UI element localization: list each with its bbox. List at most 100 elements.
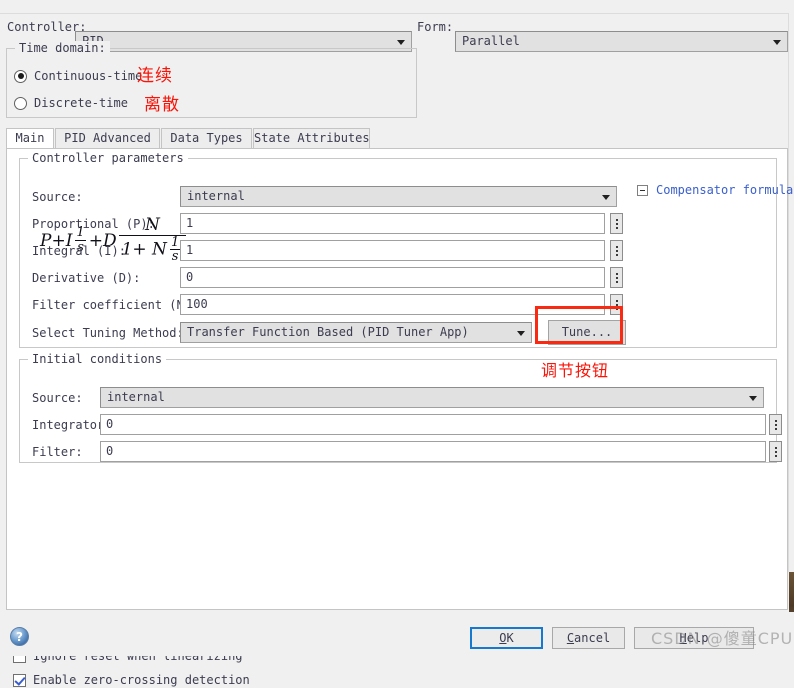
controller-row: Controller: PID Form: Parallel [0, 15, 794, 52]
radio-off-icon [14, 96, 27, 110]
checkbox-zero-crossing[interactable]: Enable zero-crossing detection [13, 672, 250, 688]
radio-continuous-time-label: Continuous-time [34, 69, 143, 83]
tab-main[interactable]: Main [6, 128, 54, 149]
dot-icon [774, 419, 777, 422]
filter-label: Filter: [32, 445, 83, 459]
source-label: Source: [32, 190, 83, 204]
chevron-down-icon [602, 194, 610, 200]
initial-source-value: internal [107, 390, 165, 404]
proportional-picker-button[interactable] [610, 213, 623, 234]
dot-icon [774, 446, 777, 449]
filter-coefficient-label: Filter coefficient (N): [32, 298, 199, 312]
formula-denominator-sa: s [75, 240, 86, 256]
dot-icon [774, 454, 777, 457]
formula-p: P [40, 230, 52, 251]
compensator-formula-header[interactable]: Compensator formula [637, 183, 793, 197]
formula-plus-1: + [51, 230, 66, 251]
filter-value: 0 [106, 444, 114, 458]
integrator-value: 0 [106, 417, 114, 431]
chevron-down-icon [773, 39, 781, 45]
filter-picker-button[interactable] [769, 441, 782, 462]
compensator-formula-block: Compensator formula [637, 183, 793, 197]
compensator-formula-math: P + I 1 s + D N 1+ N1s [40, 215, 188, 264]
controller-source-select[interactable]: internal [180, 186, 617, 207]
tuning-method-value: Transfer Function Based (PID Tuner App) [187, 325, 469, 339]
initial-source-select[interactable]: internal [100, 387, 764, 408]
integrator-picker-button[interactable] [769, 414, 782, 435]
radio-discrete-time[interactable]: Discrete-time [14, 94, 128, 112]
formula-one-over-s-a: 1 s [74, 226, 86, 254]
formula-numerator-n: N [144, 215, 160, 235]
controller-parameters-legend: Controller parameters [28, 151, 188, 165]
dot-icon [615, 226, 618, 229]
derivative-input[interactable]: 0 [180, 267, 605, 288]
controller-parameters-group: Controller parameters Source: internal P… [19, 151, 793, 348]
cancel-button-rest: ancel [574, 631, 611, 645]
top-clipped-strip [0, 0, 794, 14]
ok-button[interactable]: OK [470, 627, 543, 649]
tab-pid-advanced[interactable]: PID Advanced [55, 128, 160, 149]
dot-icon [615, 280, 618, 283]
csdn-watermark: CSDN @傻童CPU [651, 629, 794, 648]
form-select[interactable]: Parallel [455, 31, 788, 52]
formula-one-over-s-b: 1s [169, 236, 181, 264]
filter-input[interactable]: 0 [100, 441, 766, 462]
form-select-value: Parallel [462, 34, 520, 48]
integral-input[interactable]: 1 [180, 240, 605, 261]
dot-icon [615, 253, 618, 256]
integrator-input[interactable]: 0 [100, 414, 766, 435]
radio-on-icon [14, 69, 27, 83]
time-domain-group: Time domain: Continuous-time Discrete-ti… [6, 41, 417, 118]
collapse-icon[interactable] [637, 184, 648, 196]
cancel-button[interactable]: Cancel [552, 627, 625, 649]
formula-d: D [102, 230, 117, 251]
clipped-text-right [413, 0, 420, 5]
dot-icon [615, 272, 618, 275]
tab-data-types[interactable]: Data Types [161, 128, 252, 149]
tab-strip: Main PID Advanced Data Types State Attri… [6, 128, 788, 149]
formula-one-plus-n: 1+ N [121, 239, 167, 260]
time-domain-legend: Time domain: [15, 41, 110, 55]
formula-denominator-1plusn: 1+ N1s [118, 234, 187, 264]
ok-button-rest: K [506, 631, 514, 645]
checkbox-checked-icon [13, 673, 26, 687]
tab-state-attributes[interactable]: State Attributes [253, 128, 370, 149]
right-edge-filler [788, 13, 794, 572]
cancel-button-mnemonic: C [566, 631, 575, 645]
dot-icon [615, 245, 618, 248]
chevron-down-icon [517, 330, 525, 336]
checkbox-zero-crossing-label: Enable zero-crossing detection [33, 673, 250, 687]
formula-i: I [65, 230, 73, 251]
radio-continuous-time[interactable]: Continuous-time [14, 67, 142, 85]
tuning-method-label: Select Tuning Method: [32, 326, 184, 340]
formula-plus-2: + [88, 230, 103, 251]
dot-icon [774, 423, 777, 426]
derivative-picker-button[interactable] [610, 267, 623, 288]
tuning-method-select[interactable]: Transfer Function Based (PID Tuner App) [180, 322, 532, 343]
filter-coefficient-value: 100 [186, 297, 208, 311]
formula-n-over-term: N 1+ N1s [118, 215, 187, 264]
dot-icon [774, 427, 777, 430]
dot-icon [774, 450, 777, 453]
initial-conditions-group: Initial conditions Source: internal Inte… [19, 352, 782, 463]
formula-numerator-1a: 1 [76, 225, 85, 241]
controller-source-value: internal [187, 189, 245, 203]
annotation-tune-button: 调节按钮 [541, 361, 610, 380]
dot-icon [615, 299, 618, 302]
help-icon[interactable]: ? [10, 627, 29, 646]
dot-icon [615, 249, 618, 252]
proportional-input[interactable]: 1 [180, 213, 605, 234]
initial-source-label: Source: [32, 391, 83, 405]
integral-picker-button[interactable] [610, 240, 623, 261]
pid-controller-dialog: Controller: PID Form: Parallel Time doma… [0, 0, 794, 687]
compensator-formula-title: Compensator formula [656, 183, 794, 197]
annotation-continuous: 连续 [137, 66, 173, 86]
form-label: Form: [417, 20, 454, 34]
derivative-label: Derivative (D): [32, 271, 141, 285]
chevron-down-icon [749, 395, 757, 401]
derivative-value: 0 [186, 270, 194, 284]
annotation-discrete: 离散 [144, 95, 180, 115]
radio-discrete-time-label: Discrete-time [34, 96, 128, 110]
ok-button-mnemonic: O [499, 631, 507, 645]
annotation-box-tune [535, 306, 623, 344]
